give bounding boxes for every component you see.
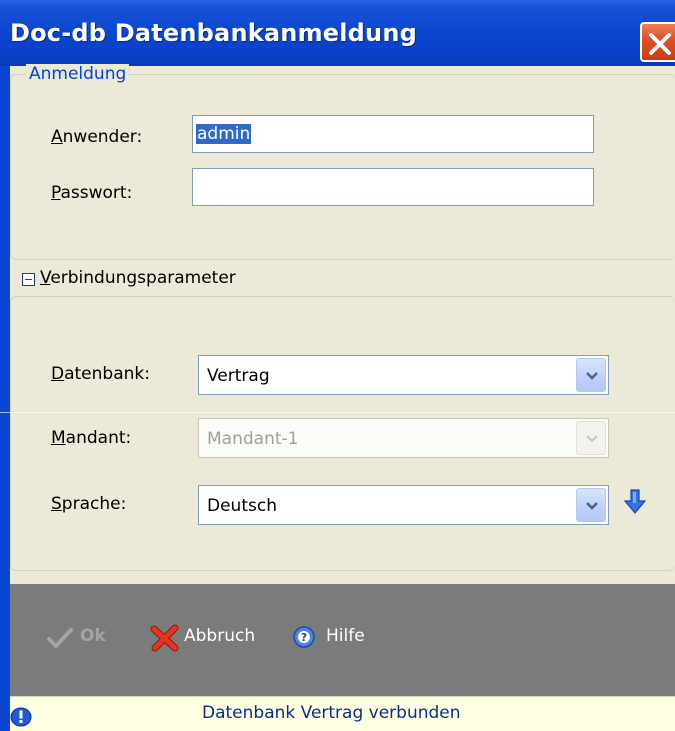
ok-button[interactable]: Ok [46,622,126,652]
button-toolbar: Ok Abbruch ? Hilfe [10,584,675,696]
window-title: Doc-db Datenbankanmeldung [10,19,418,47]
close-icon [649,33,671,55]
login-dialog: Doc-db Datenbankanmeldung Anmeldung Anwe… [0,0,675,731]
help-button-label: Hilfe [326,626,365,646]
login-group-legend: Anmeldung [26,64,130,84]
checkmark-icon [47,628,73,648]
help-button[interactable]: ? Hilfe [292,622,382,652]
window-frame-left [0,66,10,731]
user-input[interactable]: admin [192,115,594,153]
language-select-value: Deutsch [207,496,277,516]
svg-text:?: ? [301,631,307,644]
cancel-button-label: Abbruch [184,626,256,646]
help-icon: ? [293,626,315,648]
client-label: Mandant: [51,428,132,448]
database-dropdown-button[interactable] [576,358,606,392]
close-button[interactable] [640,22,675,62]
language-dropdown-button[interactable] [576,488,606,522]
chevron-down-icon [586,435,598,443]
collapse-icon[interactable] [22,273,35,286]
client-select: Mandant-1 [198,418,609,458]
password-input[interactable] [192,168,594,206]
database-select-value: Vertrag [207,366,270,386]
cancel-button[interactable]: Abbruch [150,622,280,652]
cross-icon [150,624,179,652]
title-bar[interactable]: Doc-db Datenbankanmeldung [0,0,675,66]
client-select-value: Mandant-1 [207,429,299,449]
chevron-down-icon [586,502,598,510]
language-label: Sprache: [51,494,127,514]
connection-params-header[interactable]: Verbindungsparameter [40,268,236,288]
language-select[interactable]: Deutsch [198,485,609,525]
chevron-down-icon [586,372,598,380]
divider [0,412,675,413]
client-dropdown-button [576,421,606,455]
database-label: Datenbank: [51,364,150,384]
arrow-down-icon[interactable] [622,488,648,516]
status-message: Datenbank Vertrag verbunden [202,703,461,723]
info-icon [10,707,32,727]
user-input-value: admin [196,124,252,144]
user-label: Anwender: [51,127,143,147]
ok-button-label: Ok [80,626,106,646]
database-select[interactable]: Vertrag [198,355,609,395]
password-label: Passwort: [51,183,133,203]
login-group [10,74,675,260]
